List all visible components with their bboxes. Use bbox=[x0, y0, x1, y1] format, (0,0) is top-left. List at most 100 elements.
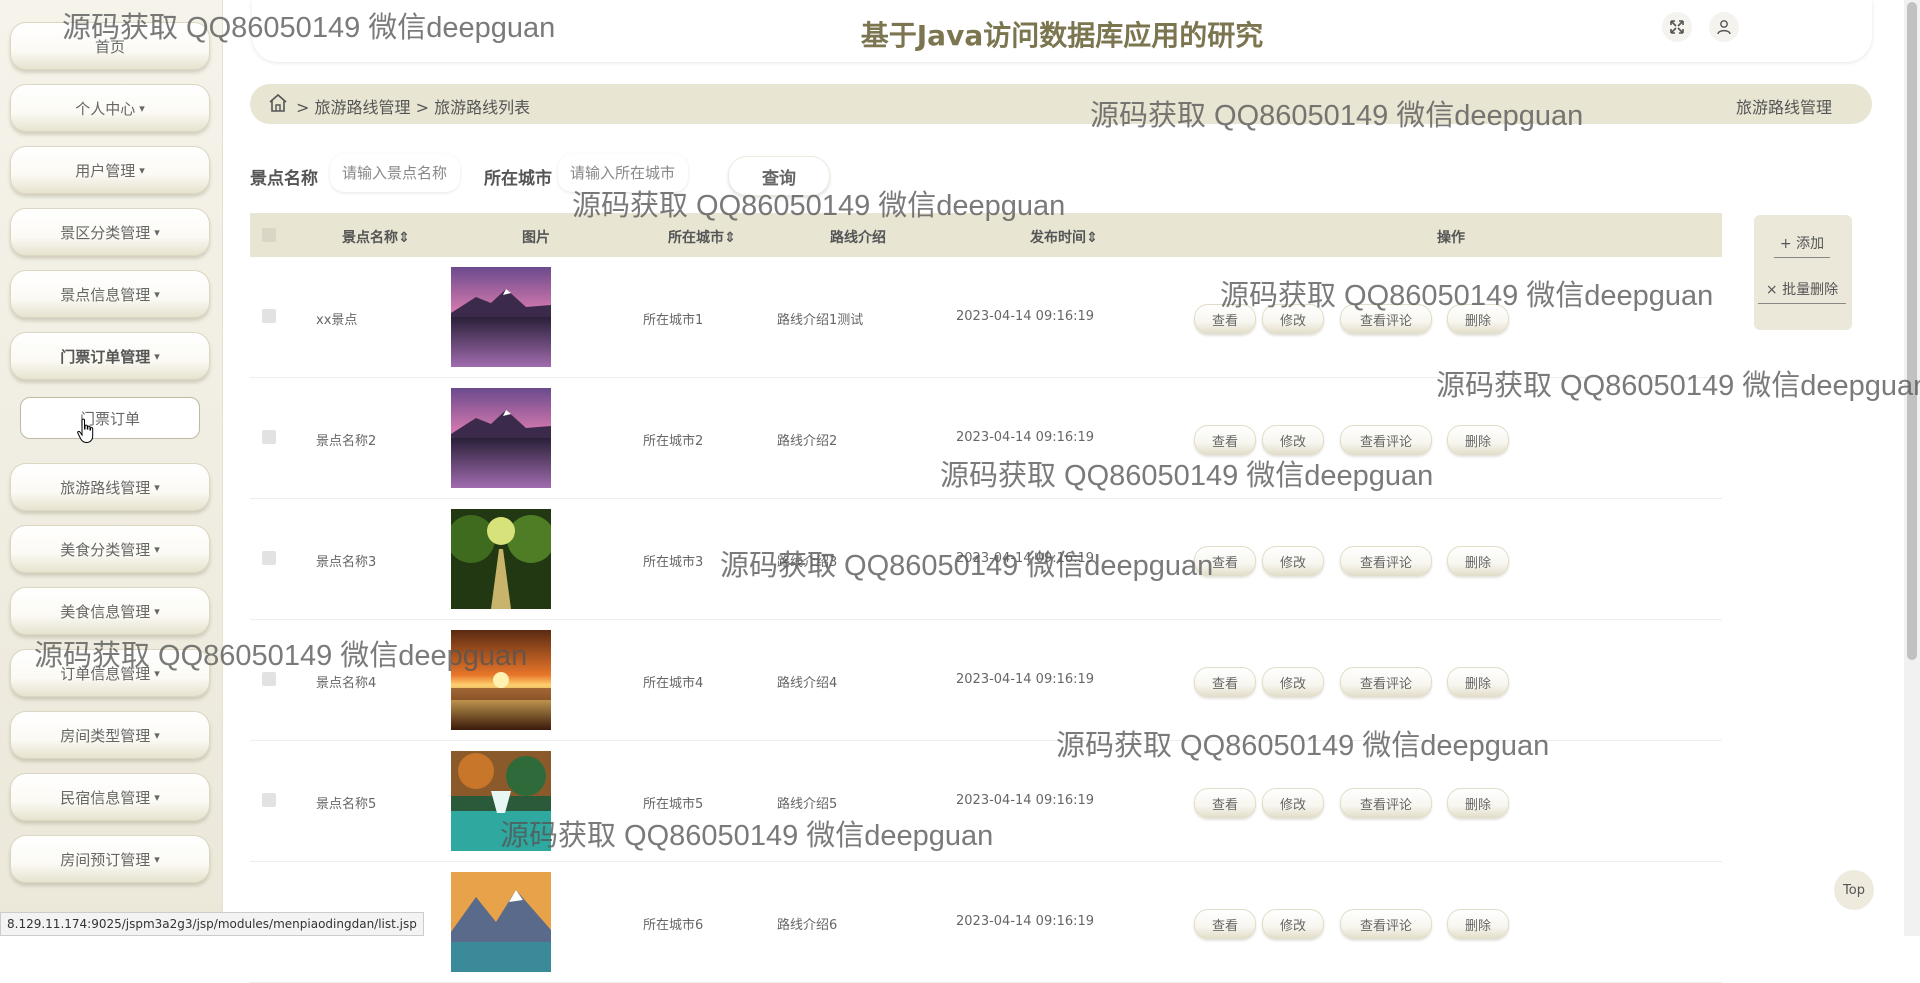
scenic-name-input[interactable] bbox=[330, 154, 460, 192]
sidebar-item-food-category[interactable]: 美食分类管理 ▾ bbox=[10, 525, 210, 573]
chevron-down-icon: ▾ bbox=[154, 480, 160, 494]
edit-button[interactable]: 修改 bbox=[1262, 304, 1324, 334]
edit-button[interactable]: 修改 bbox=[1262, 667, 1324, 697]
column-header-actions: 操作 bbox=[1437, 230, 1465, 246]
cell-publish-time: 2023-04-14 09:16:19 bbox=[956, 914, 1095, 929]
delete-button[interactable]: 删除 bbox=[1447, 546, 1509, 576]
sidebar-item-room-booking[interactable]: 房间预订管理 ▾ bbox=[10, 835, 210, 883]
fullscreen-icon[interactable] bbox=[1662, 12, 1692, 42]
sidebar-item-order-info[interactable]: 订单信息管理 ▾ bbox=[10, 649, 210, 697]
sidebar-item-label: 房间预订管理 bbox=[60, 850, 151, 869]
cell-city: 所在城市1 bbox=[643, 313, 704, 328]
sidebar-item-label: 用户管理 bbox=[75, 161, 136, 180]
search-bar: 景点名称 所在城市 查询 bbox=[250, 154, 850, 196]
top-header: 基于Java访问数据库应用的研究 bbox=[252, 0, 1872, 62]
view-button[interactable]: 查看 bbox=[1194, 667, 1256, 697]
sidebar-item-homestay-info[interactable]: 民宿信息管理 ▾ bbox=[10, 773, 210, 821]
view-button[interactable]: 查看 bbox=[1194, 304, 1256, 334]
delete-button[interactable]: 删除 bbox=[1447, 667, 1509, 697]
row-checkbox[interactable] bbox=[262, 551, 276, 565]
add-button[interactable]: + 添加 bbox=[1774, 229, 1830, 258]
column-header-time[interactable]: 发布时间⇕ bbox=[1030, 227, 1098, 247]
column-header-city[interactable]: 所在城市⇕ bbox=[668, 227, 736, 247]
column-header-name[interactable]: 景点名称⇕ bbox=[342, 227, 410, 247]
view-button[interactable]: 查看 bbox=[1194, 546, 1256, 576]
city-input[interactable] bbox=[558, 154, 688, 192]
edit-button[interactable]: 修改 bbox=[1262, 546, 1324, 576]
sidebar-item-home[interactable]: 首页 bbox=[10, 22, 210, 70]
row-checkbox[interactable] bbox=[262, 309, 276, 323]
scenic-image bbox=[451, 872, 551, 972]
row-checkbox[interactable] bbox=[262, 793, 276, 807]
view-comments-button[interactable]: 查看评论 bbox=[1340, 788, 1432, 818]
view-comments-button[interactable]: 查看评论 bbox=[1340, 909, 1432, 939]
delete-button[interactable]: 删除 bbox=[1447, 909, 1509, 939]
user-icon[interactable] bbox=[1709, 12, 1739, 42]
sidebar-item-label: 景点信息管理 bbox=[60, 285, 151, 304]
sidebar-item-label: 个人中心 bbox=[75, 99, 136, 118]
sidebar-subitem-ticket-order[interactable]: 门票订单 bbox=[20, 397, 200, 439]
cell-scenic-name: 景点名称5 bbox=[316, 797, 377, 812]
chevron-down-icon: ▾ bbox=[154, 728, 160, 742]
row-checkbox[interactable] bbox=[262, 672, 276, 686]
scenic-image bbox=[451, 388, 551, 488]
edit-button[interactable]: 修改 bbox=[1262, 909, 1324, 939]
sidebar-item-scenic-category[interactable]: 景区分类管理 ▾ bbox=[10, 208, 210, 256]
table-row: 景点名称5 所在城市5 路线介绍5 2023-04-14 09:16:19 查看 修改 查看… bbox=[250, 741, 1722, 862]
table-row: 景点名称2 所在城市2 路线介绍2 2023-04-14 09:16:19 查看 修改 查看… bbox=[250, 378, 1722, 499]
edit-button[interactable]: 修改 bbox=[1262, 788, 1324, 818]
view-comments-button[interactable]: 查看评论 bbox=[1340, 425, 1432, 455]
cell-scenic-name: 景点名称2 bbox=[316, 434, 377, 449]
sidebar-item-label: 民宿信息管理 bbox=[60, 788, 151, 807]
table-row: xx景点 所在城市1 路线介绍1测试 2023-04-14 09:16:19 查看 修改查… bbox=[250, 257, 1722, 378]
view-button[interactable]: 查看 bbox=[1194, 788, 1256, 818]
sidebar-item-food-info[interactable]: 美食信息管理 ▾ bbox=[10, 587, 210, 635]
sidebar-item-label: 景区分类管理 bbox=[60, 223, 151, 242]
view-button[interactable]: 查看 bbox=[1194, 425, 1256, 455]
back-to-top-button[interactable]: Top bbox=[1834, 870, 1874, 910]
sidebar-item-user-management[interactable]: 用户管理 ▾ bbox=[10, 146, 210, 194]
chevron-down-icon: ▾ bbox=[154, 790, 160, 804]
delete-button[interactable]: 删除 bbox=[1447, 788, 1509, 818]
delete-button[interactable]: 删除 bbox=[1447, 304, 1509, 334]
scenic-image bbox=[447, 509, 555, 609]
breadcrumb-path[interactable]: > 旅游路线管理 > 旅游路线列表 bbox=[296, 94, 530, 118]
chevron-down-icon: ▾ bbox=[154, 349, 160, 363]
sidebar-item-route-management[interactable]: 旅游路线管理 ▾ bbox=[10, 463, 210, 511]
delete-button[interactable]: 删除 bbox=[1447, 425, 1509, 455]
sidebar-item-ticket-orders[interactable]: 门票订单管理 ▾ bbox=[10, 332, 210, 380]
sidebar-item-room-type[interactable]: 房间类型管理 ▾ bbox=[10, 711, 210, 759]
scrollbar-thumb[interactable] bbox=[1907, 2, 1917, 660]
view-comments-button[interactable]: 查看评论 bbox=[1340, 546, 1432, 576]
select-all-checkbox[interactable] bbox=[262, 228, 276, 242]
sidebar-item-label: 门票订单管理 bbox=[60, 347, 151, 366]
scenic-image bbox=[451, 751, 551, 851]
view-comments-button[interactable]: 查看评论 bbox=[1340, 667, 1432, 697]
sidebar-item-label: 房间类型管理 bbox=[60, 726, 151, 745]
chevron-down-icon: ▾ bbox=[154, 852, 160, 866]
page-scrollbar[interactable] bbox=[1904, 0, 1920, 936]
cell-scenic-name: 景点名称4 bbox=[316, 676, 377, 691]
cell-route-intro: 路线介绍3 bbox=[777, 555, 838, 570]
view-button[interactable]: 查看 bbox=[1194, 909, 1256, 939]
scenic-image bbox=[451, 267, 551, 367]
sidebar-item-label: 美食分类管理 bbox=[60, 540, 151, 559]
page-title: 基于Java访问数据库应用的研究 bbox=[860, 19, 1264, 52]
view-comments-button[interactable]: 查看评论 bbox=[1340, 304, 1432, 334]
batch-delete-button[interactable]: × 批量删除 bbox=[1758, 275, 1846, 304]
sidebar-item-scenic-info[interactable]: 景点信息管理 ▾ bbox=[10, 270, 210, 318]
search-label-name: 景点名称 bbox=[250, 169, 318, 189]
batch-action-panel: + 添加 × 批量删除 bbox=[1754, 215, 1852, 330]
query-button[interactable]: 查询 bbox=[728, 156, 830, 196]
chevron-down-icon: ▾ bbox=[154, 604, 160, 618]
row-checkbox[interactable] bbox=[262, 430, 276, 444]
sidebar-item-personal-center[interactable]: 个人中心 ▾ bbox=[10, 84, 210, 132]
cell-publish-time: 2023-04-14 09:16:19 bbox=[956, 430, 1095, 445]
chevron-down-icon: ▾ bbox=[154, 542, 160, 556]
breadcrumb: > 旅游路线管理 > 旅游路线列表 旅游路线管理 bbox=[250, 84, 1872, 124]
table-row: 景点名称6所在城市6路线介绍62023-04-14 09:16:19查看修改查看… bbox=[250, 862, 1722, 983]
home-icon[interactable] bbox=[268, 93, 288, 113]
cell-route-intro: 路线介绍6 bbox=[777, 918, 838, 933]
route-table: 景点名称⇕ 图片 所在城市⇕ 路线介绍 发布时间⇕ 操作 xx景点 所在城市1 路线… bbox=[250, 213, 1722, 983]
edit-button[interactable]: 修改 bbox=[1262, 425, 1324, 455]
